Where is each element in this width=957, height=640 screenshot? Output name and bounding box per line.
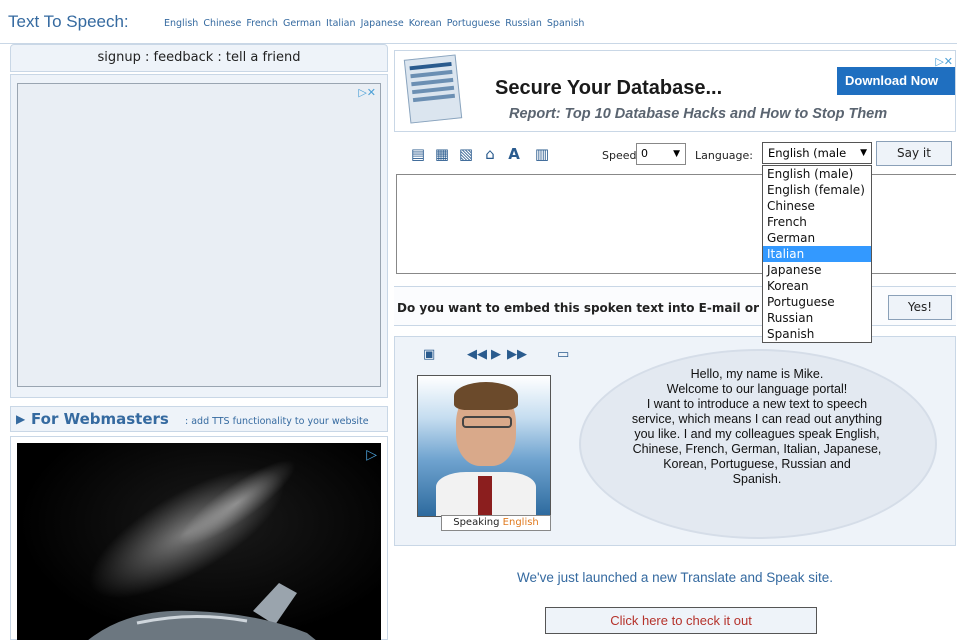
ad-play-icon[interactable]: ▷ — [366, 447, 377, 463]
webmasters-description: : add TTS functionality to your website — [185, 416, 369, 427]
speech-line: I want to introduce a new text to speech — [646, 397, 868, 411]
avatar-tie — [478, 476, 492, 516]
ad-subline[interactable]: Report: Top 10 Database Hacks and How to… — [509, 106, 887, 122]
language-dropdown-list[interactable]: English (male) English (female) Chinese … — [762, 165, 872, 343]
lang-link-german[interactable]: German — [283, 18, 321, 29]
font-size-icon[interactable]: A — [504, 144, 524, 164]
speed-label: Speed: — [602, 149, 641, 162]
language-select[interactable]: English (male ▼ — [762, 142, 872, 164]
language-option[interactable]: Chinese — [763, 198, 871, 214]
language-option[interactable]: Portuguese — [763, 294, 871, 310]
speaking-text: Speaking — [453, 517, 500, 528]
chevron-down-icon: ▼ — [673, 149, 680, 159]
download-now-button[interactable]: Download Now — [837, 67, 955, 95]
language-option[interactable]: Spanish — [763, 326, 871, 342]
avatar-glasses — [462, 416, 512, 428]
player-controls: ▣ ◀◀ ▶ ▶▶ ▭ — [417, 347, 581, 367]
avatar-image — [417, 375, 551, 517]
language-option-highlighted[interactable]: Italian — [763, 246, 871, 262]
car-ad-graphic — [88, 460, 316, 640]
speaking-language: English — [502, 517, 539, 528]
chevron-down-icon: ▼ — [858, 143, 867, 163]
speech-bubble-text: Hello, my name is Mike. Welcome to our l… — [587, 367, 927, 487]
language-option[interactable]: English (male) — [763, 166, 871, 182]
left-ad-container: ▷✕ — [10, 74, 388, 398]
lang-link-russian[interactable]: Russian — [505, 18, 542, 29]
lang-link-portuguese[interactable]: Portuguese — [447, 18, 501, 29]
separator: : — [140, 50, 154, 65]
speech-line: Welcome to our language portal! — [666, 382, 848, 396]
speech-text-input[interactable] — [396, 174, 956, 274]
feedback-link[interactable]: feedback — [154, 50, 214, 65]
site-title: Text To Speech: — [8, 12, 129, 31]
webmasters-bar[interactable]: ▶ For Webmasters : add TTS functionality… — [10, 406, 388, 432]
speech-line: Korean, Portuguese, Russian and — [663, 457, 851, 471]
speech-line: Chinese, French, German, Italian, Japane… — [632, 442, 882, 456]
speaking-label: Speaking English — [441, 515, 551, 531]
lang-link-english[interactable]: English — [164, 18, 198, 29]
webmasters-title[interactable]: For Webmasters — [31, 410, 169, 428]
speed-value: 0 — [641, 147, 648, 160]
lang-link-korean[interactable]: Korean — [409, 18, 442, 29]
language-label: Language: — [695, 149, 753, 162]
lang-link-spanish[interactable]: Spanish — [547, 18, 585, 29]
ad-choices-icon[interactable]: ▷✕ — [935, 55, 953, 68]
launch-announcement: We've just launched a new Translate and … — [516, 570, 834, 585]
language-option[interactable]: Japanese — [763, 262, 871, 278]
open-document-icon[interactable]: ▦ — [432, 144, 452, 164]
tell-friend-link[interactable]: tell a friend — [226, 50, 301, 65]
speech-line: you like. I and my colleagues speak Engl… — [634, 427, 880, 441]
language-option[interactable]: German — [763, 230, 871, 246]
play-icon[interactable]: ▶ — [491, 347, 501, 362]
language-option[interactable]: Russian — [763, 310, 871, 326]
expand-arrow-icon: ▶ — [16, 412, 26, 426]
rewind-icon[interactable]: ◀◀ — [467, 347, 487, 362]
language-option[interactable]: French — [763, 214, 871, 230]
speed-select[interactable]: 0 ▼ — [636, 143, 686, 165]
top-ad-banner[interactable]: Secure Your Database... Report: Top 10 D… — [394, 50, 956, 132]
embed-prompt: Do you want to embed this spoken text in… — [397, 301, 760, 315]
signup-bar: signup : feedback : tell a friend — [10, 44, 388, 72]
speech-bubble-icon[interactable]: ▭ — [557, 347, 569, 362]
car-ad-image[interactable]: ▷ — [17, 443, 381, 640]
left-ad[interactable]: ▷✕ — [17, 83, 381, 387]
header: Text To Speech: English Chinese French G… — [0, 0, 957, 44]
fast-forward-icon[interactable]: ▶▶ — [507, 347, 527, 362]
language-option[interactable]: Korean — [763, 278, 871, 294]
ad-choices-icon[interactable]: ▷✕ — [358, 86, 376, 99]
report-document-icon — [403, 54, 463, 124]
ad-headline[interactable]: Secure Your Database... — [495, 77, 722, 100]
separator: : — [213, 50, 226, 65]
lang-link-japanese[interactable]: Japanese — [361, 18, 404, 29]
menu-icon[interactable]: ▣ — [423, 347, 435, 362]
say-it-button[interactable]: Say it — [876, 141, 952, 166]
avatar-panel: ▣ ◀◀ ▶ ▶▶ ▭ Speaking English Hello, my n… — [394, 336, 956, 546]
lang-link-italian[interactable]: Italian — [326, 18, 355, 29]
left-ad2-container: ▷ — [10, 436, 388, 640]
new-document-icon[interactable]: ▤ — [408, 144, 428, 164]
speech-line: Hello, my name is Mike. — [690, 367, 824, 381]
language-value: English (male — [768, 146, 847, 160]
avatar-hair — [454, 382, 518, 410]
clear-document-icon[interactable]: ▧ — [456, 144, 476, 164]
check-it-out-button[interactable]: Click here to check it out — [545, 607, 817, 634]
lang-link-chinese[interactable]: Chinese — [203, 18, 241, 29]
language-links: English Chinese French German Italian Ja… — [164, 18, 586, 29]
yes-button[interactable]: Yes! — [888, 295, 952, 320]
keyboard-icon[interactable]: ▥ — [532, 144, 552, 164]
speech-line: service, which means I can read out anyt… — [631, 412, 883, 426]
signup-link[interactable]: signup — [98, 50, 141, 65]
speech-line: Spanish. — [732, 472, 782, 486]
delete-icon[interactable]: ⌂ — [480, 144, 500, 164]
language-option[interactable]: English (female) — [763, 182, 871, 198]
lang-link-french[interactable]: French — [246, 18, 278, 29]
